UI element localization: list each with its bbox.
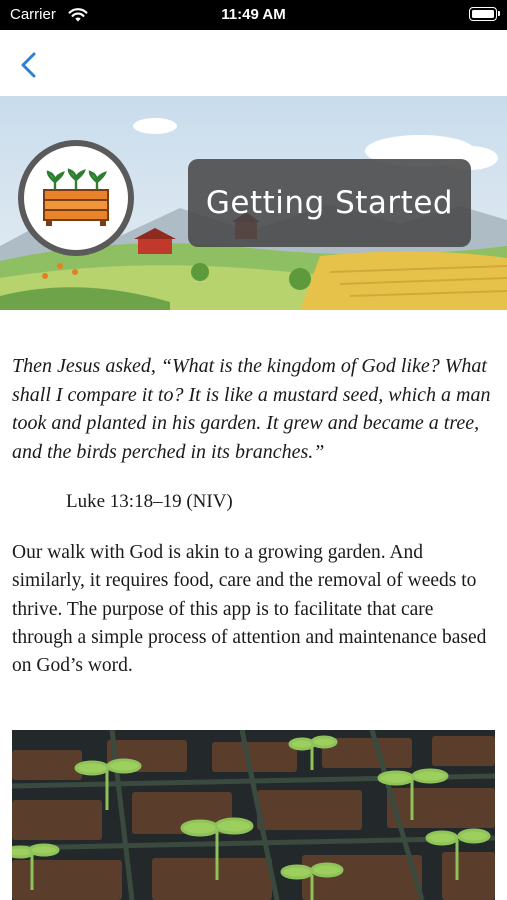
status-bar: Carrier 11:49 AM xyxy=(0,0,507,30)
battery-icon xyxy=(469,7,500,21)
seedling-trays-image xyxy=(12,730,495,900)
seedling-planter-icon xyxy=(43,168,109,226)
scripture-reference: Luke 13:18–19 (NIV) xyxy=(66,491,233,512)
content-section: Then Jesus asked, “What is the kingdom o… xyxy=(12,352,497,680)
clock: 11:49 AM xyxy=(221,6,286,23)
app-logo xyxy=(18,140,134,256)
seedlings-photo xyxy=(12,730,495,900)
back-button[interactable] xyxy=(14,50,44,80)
chevron-left-icon xyxy=(21,52,36,78)
page-title-badge: Getting Started xyxy=(188,159,471,247)
intro-paragraph: Our walk with God is akin to a growing g… xyxy=(12,542,487,677)
header-banner: Getting Started xyxy=(0,96,507,310)
navigation-bar xyxy=(0,30,507,96)
scripture-quote: Then Jesus asked, “What is the kingdom o… xyxy=(12,355,491,463)
page-title: Getting Started xyxy=(205,185,454,221)
